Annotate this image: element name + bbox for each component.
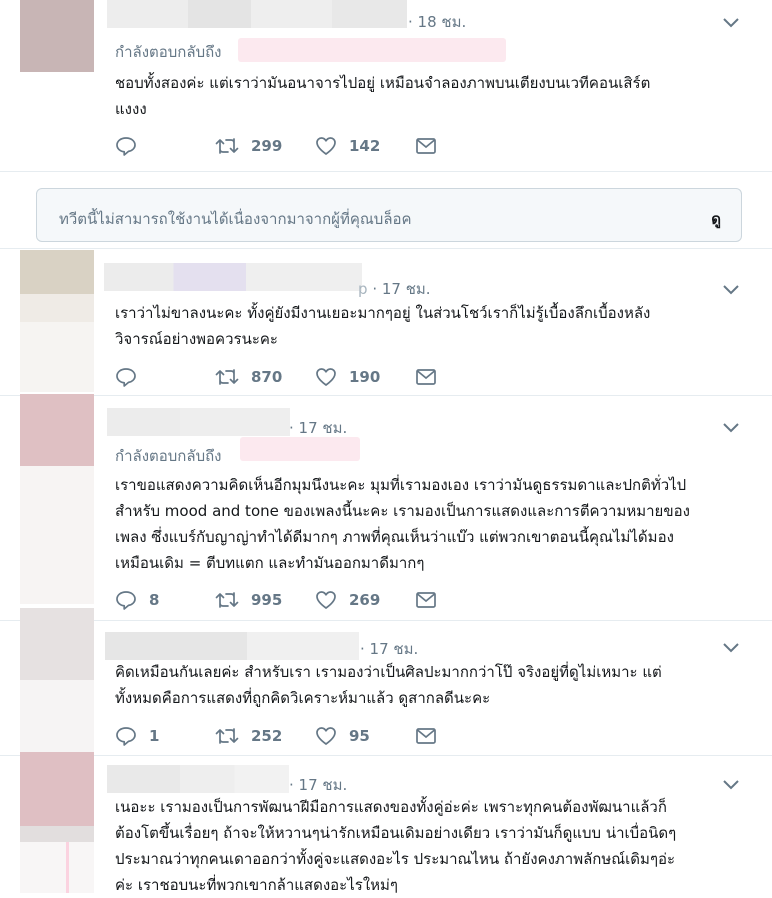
tweet-actions: 1 252 95	[115, 723, 475, 749]
divider	[0, 620, 772, 621]
divider	[0, 248, 772, 249]
reply-to-label: กำลังตอบกลับถึง	[115, 447, 222, 465]
tweet-text: เราว่าไม่ขาลงนะคะ ทั้งคู่ยังมีงานเยอะมาก…	[115, 304, 651, 348]
chevron-down-icon[interactable]	[722, 779, 740, 791]
envelope-icon	[416, 138, 436, 154]
heart-icon	[316, 137, 336, 155]
author-name-redacted[interactable]	[104, 263, 362, 291]
chevron-down-icon[interactable]	[722, 422, 740, 434]
reply-icon	[116, 727, 136, 746]
avatar[interactable]	[20, 608, 94, 680]
author-name-redacted[interactable]	[107, 765, 289, 793]
like-button[interactable]: 95	[315, 723, 370, 749]
reply-icon	[116, 137, 136, 156]
like-count: 142	[349, 137, 381, 155]
like-button[interactable]: 269	[315, 587, 380, 613]
avatar[interactable]	[20, 394, 94, 466]
heart-icon	[316, 591, 336, 609]
reply-to-handle-redacted[interactable]	[238, 38, 506, 62]
tweet-actions: 299 142	[115, 133, 475, 159]
tweet-actions: 8 995 269	[115, 587, 475, 613]
blocked-message: ทวีตนี้ไม่สามารถใช้งานได้เนื่องจากมาจากผ…	[59, 210, 412, 228]
retweet-count: 995	[251, 591, 283, 609]
reply-to-label: กำลังตอบกลับถึง	[115, 43, 222, 61]
tweet-text: เราขอแสดงความคิดเห็นอีกมุมนึงนะคะ มุมที่…	[115, 476, 690, 572]
direct-message-button[interactable]	[415, 133, 437, 159]
reply-count: 1	[149, 727, 160, 745]
reply-button[interactable]: 1	[115, 723, 159, 749]
reply-button[interactable]	[115, 364, 149, 390]
divider	[0, 171, 772, 172]
retweet-count: 870	[251, 368, 283, 386]
direct-message-button[interactable]	[415, 723, 437, 749]
tweet-timestamp[interactable]: · 17 ชม.	[360, 637, 418, 661]
retweet-icon	[215, 369, 239, 385]
reply-button[interactable]: 8	[115, 587, 159, 613]
reply-icon	[116, 591, 136, 610]
tweet-actions: 870 190	[115, 364, 475, 390]
heart-icon	[316, 727, 336, 745]
author-name-redacted[interactable]	[107, 0, 407, 28]
like-button[interactable]: 142	[315, 133, 380, 159]
tweet-timestamp[interactable]: · 18 ชม.	[408, 10, 466, 34]
retweet-icon	[215, 592, 239, 608]
author-name-redacted[interactable]	[107, 408, 290, 436]
reply-count: 8	[149, 591, 160, 609]
avatar[interactable]	[20, 0, 94, 72]
envelope-icon	[416, 592, 436, 608]
envelope-icon	[416, 728, 436, 744]
retweet-count: 252	[251, 727, 283, 745]
retweet-count: 299	[251, 137, 283, 155]
tweet-text: คิดเหมือนกันเลยค่ะ สำหรับเรา เรามองว่าเป…	[115, 663, 662, 707]
avatar[interactable]	[20, 250, 94, 322]
blocked-tweet-notice: ทวีตนี้ไม่สามารถใช้งานได้เนื่องจากมาจากผ…	[36, 188, 742, 242]
like-count: 190	[349, 368, 381, 386]
retweet-button[interactable]: 252	[215, 723, 282, 749]
avatar-overlay	[20, 842, 94, 893]
direct-message-button[interactable]	[415, 587, 437, 613]
divider	[0, 395, 772, 396]
avatar-overlay	[20, 322, 94, 392]
avatar-overlay	[20, 680, 94, 752]
view-button[interactable]: ดู	[711, 207, 721, 231]
chevron-down-icon[interactable]	[722, 642, 740, 654]
avatar[interactable]	[20, 752, 94, 842]
retweet-button[interactable]: 299	[215, 133, 282, 159]
retweet-icon	[215, 728, 239, 744]
like-count: 95	[349, 727, 370, 745]
envelope-icon	[416, 369, 436, 385]
direct-message-button[interactable]	[415, 364, 437, 390]
tweet-timestamp[interactable]: p · 17 ชม.	[358, 277, 431, 301]
thread-line	[66, 842, 69, 893]
author-name-redacted[interactable]	[105, 632, 359, 660]
reply-button[interactable]	[115, 133, 149, 159]
retweet-button[interactable]: 995	[215, 587, 282, 613]
chevron-down-icon[interactable]	[722, 284, 740, 296]
divider	[0, 755, 772, 756]
tweet-text: ชอบทั้งสองค่ะ แต่เราว่ามันอนาจารไปอยู่ เ…	[115, 74, 651, 118]
handle-fragment: p	[358, 280, 368, 298]
retweet-button[interactable]: 870	[215, 364, 282, 390]
tweet-text: เนอะะ เรามองเป็นการพัฒนาฝีมือการแสดงของท…	[115, 798, 677, 894]
reply-icon	[116, 368, 136, 387]
avatar-overlay	[20, 466, 94, 604]
like-count: 269	[349, 591, 381, 609]
like-button[interactable]: 190	[315, 364, 380, 390]
chevron-down-icon[interactable]	[722, 17, 740, 29]
retweet-icon	[215, 138, 239, 154]
heart-icon	[316, 368, 336, 386]
reply-to-handle-redacted[interactable]	[240, 437, 360, 461]
